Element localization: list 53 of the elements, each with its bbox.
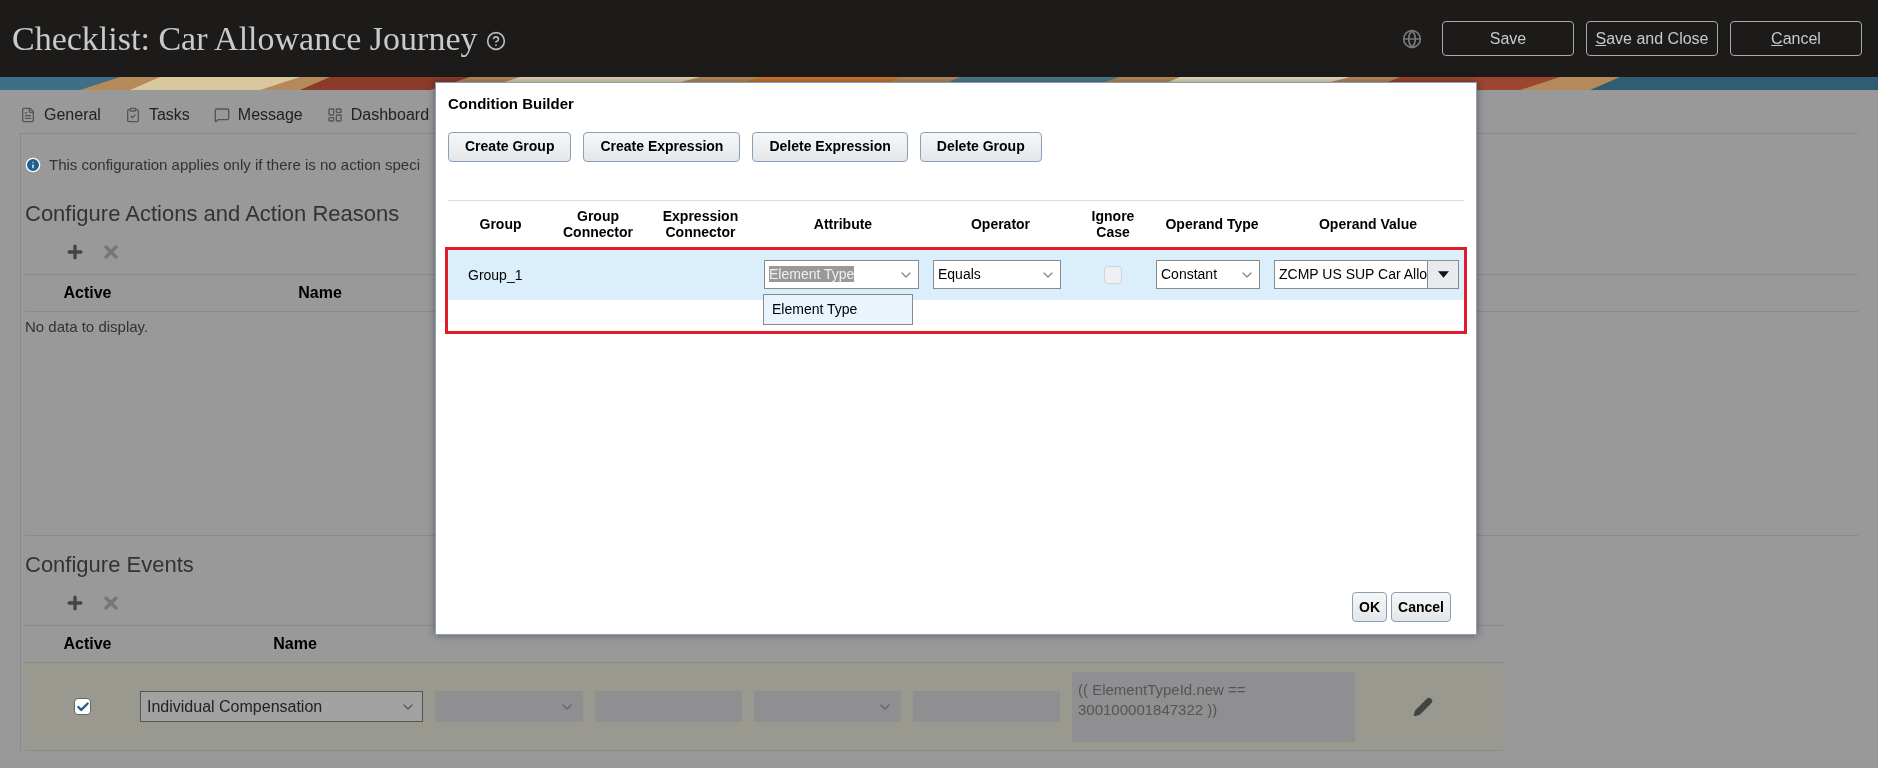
info-text: This configuration applies only if there is no action speci [49, 155, 421, 175]
column-header: Operand Value [1317, 215, 1418, 232]
info-icon [25, 157, 41, 174]
tab-icon [124, 107, 141, 123]
section-title: Configure Actions and Action Reasons [25, 199, 400, 228]
dialog-button[interactable]: Cancel [1391, 592, 1451, 622]
dialog-title: Condition Builder [447, 94, 575, 114]
dialog-button[interactable]: Create Group [448, 131, 572, 162]
dropdown-field[interactable] [754, 691, 901, 722]
tab[interactable]: Tasks [124, 102, 190, 128]
header-button[interactable]: Save [1442, 21, 1574, 56]
add-icon[interactable] [65, 593, 85, 613]
help-icon[interactable] [485, 30, 506, 51]
tab-icon [213, 107, 230, 123]
name-select[interactable]: Individual Compensation [140, 691, 423, 722]
dialog-button[interactable]: Delete Expression [752, 131, 908, 162]
page-title: Checklist: Car Allowance Journey [12, 19, 478, 59]
column-header: Ignore Case [1090, 207, 1136, 240]
checkbox[interactable] [74, 698, 91, 715]
dropdown-field[interactable] [435, 691, 583, 722]
empty-text: No data to display. [25, 316, 149, 337]
column-header: Name [297, 282, 343, 303]
column-header: Group [478, 215, 523, 232]
edit-icon[interactable] [1413, 696, 1433, 717]
dialog-button[interactable]: Delete Group [919, 131, 1042, 162]
triangle-icon [1437, 271, 1449, 278]
tab[interactable]: Message [213, 102, 303, 128]
column-header: Active [62, 282, 113, 303]
header-button[interactable]: Save and Close [1586, 21, 1718, 56]
column-header: Group Connector [562, 207, 634, 240]
dialog-button[interactable]: OK [1352, 592, 1388, 622]
tab-icon [20, 107, 36, 123]
suggestion-item[interactable]: Element Type [764, 294, 912, 324]
operator-select[interactable]: Equals [933, 260, 1061, 289]
column-header: Attribute [812, 215, 874, 232]
dropdown-button[interactable] [1427, 261, 1458, 288]
group-cell-text: Group_1 [467, 265, 524, 285]
column-header: Operator [969, 215, 1032, 232]
operand-type-select[interactable]: Constant [1156, 260, 1260, 289]
tab[interactable]: Dashboard [326, 102, 430, 128]
table-row[interactable]: Individual Compensation (( ElementTypeId.new == 300100001847322 )) [25, 663, 1503, 751]
column-header: Active [62, 634, 113, 654]
tab[interactable]: General [20, 102, 101, 128]
operand-value-field[interactable]: ZCMP US SUP Car Allo [1274, 260, 1459, 289]
dialog-button[interactable]: Create Expression [583, 131, 741, 162]
globe-icon[interactable] [1402, 28, 1422, 49]
section-title: Configure Events [25, 551, 194, 579]
header-button[interactable]: Cancel [1730, 21, 1862, 56]
column-header: Name [272, 634, 318, 654]
column-header: Operand Type [1164, 215, 1260, 232]
table-row[interactable]: Group_1 Element Type Equals Constant ZCMP US SUP Car Allo [448, 249, 1464, 300]
column-header: Expression Connector [661, 207, 740, 240]
tab-icon [326, 107, 343, 123]
